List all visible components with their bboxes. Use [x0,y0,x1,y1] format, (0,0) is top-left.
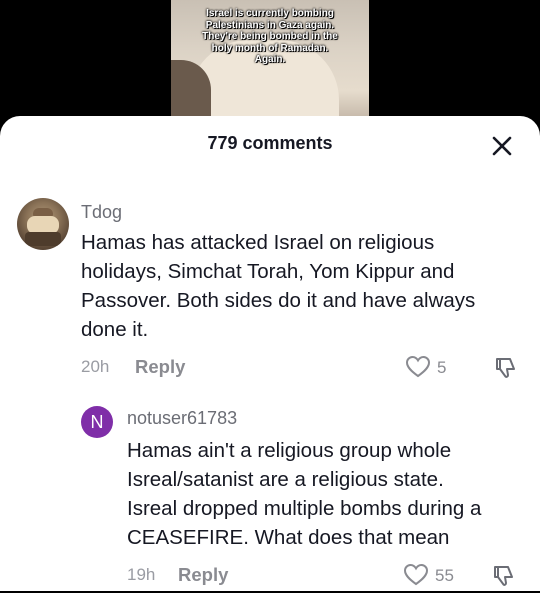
heart-icon[interactable] [403,563,429,587]
like-count: 5 [437,358,447,377]
comment-timestamp: 19h [127,565,156,584]
video-player[interactable]: Israel is currently bombing Palestinians… [171,0,369,130]
avatar[interactable]: N [81,406,113,438]
comment-timestamp: 20h [81,357,110,376]
comment-username[interactable]: notuser61783 [127,408,237,429]
comment-text: Hamas has attacked Israel on religious h… [81,231,476,341]
dislike-icon[interactable] [493,356,517,380]
heart-icon[interactable] [405,355,431,379]
reply-button[interactable]: Reply [178,564,228,586]
comments-sheet: 779 comments Tdog Hamas has attacked Isr… [0,116,540,591]
comment-text: Hamas ain't a religious group whole Isre… [127,439,482,549]
dislike-icon[interactable] [491,564,515,588]
comment-item: N notuser61783 Hamas ain't a religious g… [0,386,540,591]
like-count: 55 [435,566,454,585]
reply-button[interactable]: Reply [135,356,185,378]
avatar[interactable] [17,198,69,250]
comment-item: Tdog Hamas has attacked Israel on religi… [0,116,540,386]
comment-username[interactable]: Tdog [81,202,122,223]
video-caption: Israel is currently bombing Palestinians… [202,8,338,65]
video-background: Israel is currently bombing Palestinians… [0,0,540,130]
